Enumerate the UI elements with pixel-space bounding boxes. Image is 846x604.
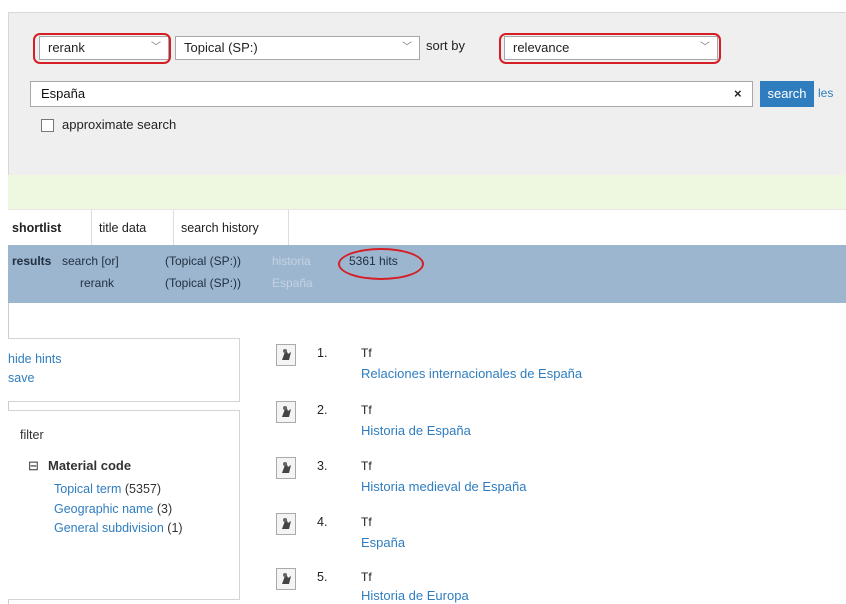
result-code: Tf — [361, 346, 372, 360]
facet-count: (1) — [167, 521, 183, 535]
record-type-icon[interactable] — [276, 513, 296, 535]
result-number: 4. — [317, 515, 328, 529]
hide-hints-link[interactable]: hide hints — [8, 352, 62, 366]
save-link[interactable]: save — [8, 371, 34, 385]
tab-title-data[interactable]: title data — [99, 221, 146, 235]
tab-search-history[interactable]: search history — [181, 221, 259, 235]
result-title-link[interactable]: Historia medieval de España — [361, 479, 526, 494]
status-bar — [8, 175, 846, 209]
facet-count: (5357) — [124, 482, 162, 496]
filter-title: filter — [20, 428, 44, 442]
facet-group-label: Material code — [48, 458, 132, 473]
clear-icon[interactable]: × — [734, 86, 742, 101]
index-select[interactable]: Topical (SP:) ﹀ — [175, 36, 420, 60]
search-input[interactable]: España — [30, 81, 753, 107]
result-title-link[interactable]: España — [361, 535, 405, 550]
facet-label: General subdivision — [54, 521, 164, 535]
results-heading: results — [12, 254, 52, 268]
highlight-circle — [499, 33, 721, 64]
tab-divider — [173, 210, 174, 246]
less-link[interactable]: les — [818, 86, 833, 100]
tab-divider — [288, 210, 289, 246]
result-number: 5. — [317, 570, 328, 584]
chevron-down-icon: ﹀ — [402, 42, 412, 53]
history-index: (Topical (SP:)) — [165, 254, 242, 268]
highlight-circle — [33, 33, 171, 64]
facet-count: (3) — [156, 502, 173, 516]
tab-divider — [91, 210, 92, 246]
facet-label: Geographic name — [54, 502, 154, 516]
history-action: rerank — [80, 276, 115, 290]
result-code: Tf — [361, 570, 372, 584]
history-term[interactable]: España — [272, 276, 313, 290]
hints-panel — [8, 338, 240, 402]
facet-geographic-name[interactable]: Geographic name (3) — [54, 502, 172, 516]
history-action: search [or] — [62, 254, 119, 268]
result-code: Tf — [361, 459, 372, 473]
sort-label: sort by — [426, 38, 466, 53]
facet-label: Topical term — [54, 482, 122, 496]
record-type-icon[interactable] — [276, 457, 296, 479]
result-number: 3. — [317, 459, 328, 473]
record-type-icon[interactable] — [276, 401, 296, 423]
tab-shortlist[interactable]: shortlist — [12, 221, 61, 235]
result-number: 2. — [317, 403, 328, 417]
result-code: Tf — [361, 515, 372, 529]
results-summary-bar — [8, 245, 846, 303]
result-title-link[interactable]: Historia de Europa — [361, 588, 469, 603]
record-type-icon[interactable] — [276, 344, 296, 366]
search-button[interactable]: search — [760, 81, 814, 107]
facet-general-subdivision[interactable]: General subdivision (1) — [54, 521, 183, 535]
tab-bar: shortlist title data search history — [8, 209, 846, 246]
result-number: 1. — [317, 346, 328, 360]
collapse-icon[interactable]: ⊟ — [28, 458, 39, 474]
highlight-circle — [338, 248, 424, 280]
index-select-value: Topical (SP:) — [184, 40, 258, 55]
result-title-link[interactable]: Relaciones internacionales de España — [361, 366, 582, 381]
history-term[interactable]: historia — [272, 254, 311, 268]
approximate-search-checkbox[interactable] — [41, 119, 54, 132]
record-type-icon[interactable] — [276, 568, 296, 590]
facet-topical-term[interactable]: Topical term (5357) — [54, 482, 161, 496]
history-index: (Topical (SP:)) — [165, 276, 242, 290]
result-code: Tf — [361, 403, 372, 417]
approximate-search-label: approximate search — [62, 117, 177, 132]
result-title-link[interactable]: Historia de España — [361, 423, 471, 438]
